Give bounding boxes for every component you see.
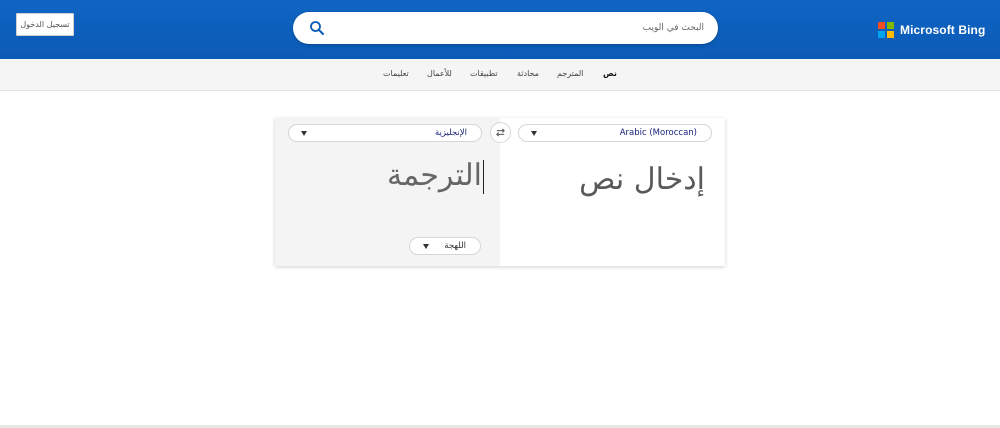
nav-item-apps[interactable]: تطبيقات [470, 69, 498, 78]
nav-item-help[interactable]: تعليمات [383, 69, 409, 78]
source-text-input[interactable]: إدخال نص [505, 162, 705, 202]
search-box[interactable] [293, 12, 718, 44]
nav-bar: نص المترجم محادثة تطبيقات للأعمال تعليما… [0, 59, 1000, 91]
bing-logo[interactable]: Microsoft Bing [878, 21, 985, 39]
header-bar: تسجيل الدخول Microsoft Bing [0, 0, 1000, 59]
dialect-label: اللهجة [444, 241, 466, 251]
logo-text: Microsoft Bing [900, 23, 986, 37]
nav-item-conversation[interactable]: محادثة [517, 69, 539, 78]
nav-item-translator[interactable]: المترجم [557, 69, 583, 78]
search-icon[interactable] [309, 20, 325, 36]
text-cursor [483, 160, 484, 194]
microsoft-logo-icon [878, 22, 894, 38]
target-language-label: الإنجليزية [434, 128, 467, 138]
swap-languages-button[interactable] [490, 122, 511, 143]
source-language-select[interactable]: Arabic (Moroccan) [518, 124, 712, 142]
nav-item-text[interactable]: نص [603, 69, 617, 78]
signin-button[interactable]: تسجيل الدخول [16, 13, 74, 36]
chevron-down-icon [423, 244, 429, 249]
swap-icon [496, 128, 505, 137]
chevron-down-icon [301, 131, 307, 136]
translation-output: الترجمة [386, 158, 482, 193]
nav-item-business[interactable]: للأعمال [427, 69, 452, 78]
target-language-select[interactable]: الإنجليزية [288, 124, 482, 142]
target-pane: الإنجليزية الترجمة اللهجة [275, 118, 500, 266]
source-language-label: Arabic (Moroccan) [619, 128, 697, 138]
dialect-select[interactable]: اللهجة [409, 237, 481, 255]
chevron-down-icon [531, 131, 537, 136]
source-pane[interactable]: Arabic (Moroccan) إدخال نص [500, 118, 725, 266]
search-input[interactable] [344, 18, 704, 38]
